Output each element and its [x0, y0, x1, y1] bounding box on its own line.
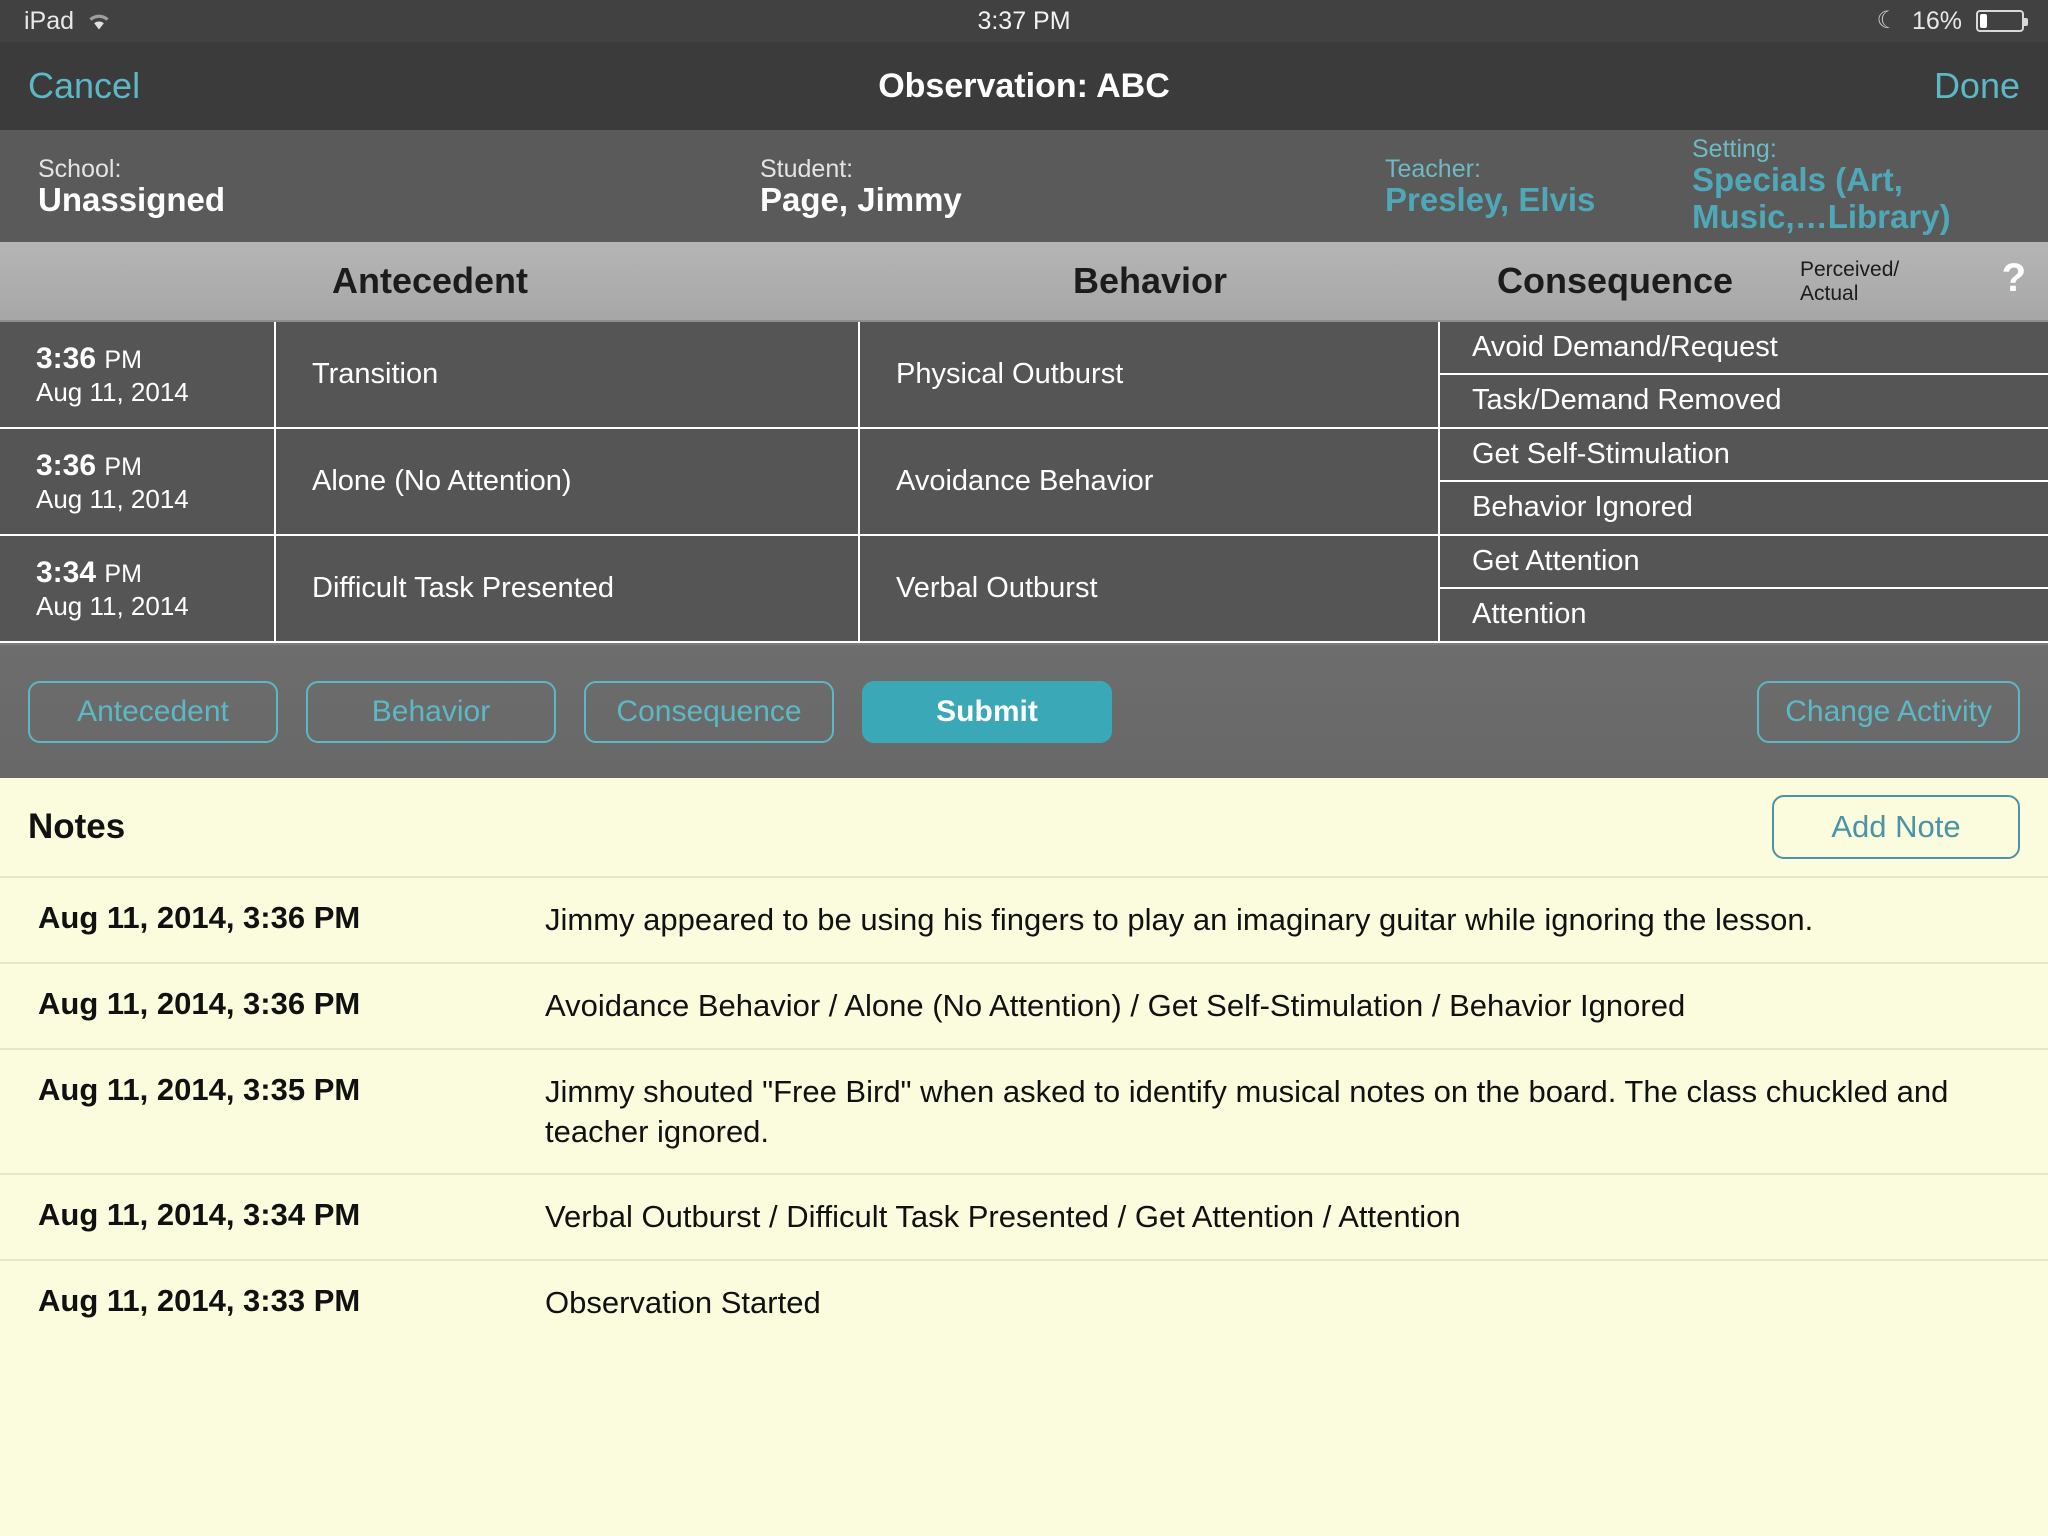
perceived-actual-line: Actual — [1800, 281, 1859, 305]
notes-section: Notes Add Note Aug 11, 2014, 3:36 PM Jimm… — [0, 778, 2048, 1536]
change-activity-button[interactable]: Change Activity — [1757, 680, 2020, 743]
teacher-label: Teacher: — [1385, 155, 1481, 183]
device-name-label: iPad — [24, 6, 75, 35]
note-text: Jimmy appeared to be using his fingers t… — [545, 902, 1814, 937]
table-row[interactable]: 3:34 PM Aug 11, 2014 Difficult Task Presen… — [0, 536, 2048, 643]
setting-field[interactable]: Setting: Specials (Art, Music,…Library) — [1692, 136, 2042, 236]
row-consequence-perceived[interactable]: Avoid Demand/Request — [1440, 322, 2048, 375]
row-time: 3:36 PM — [36, 448, 142, 482]
school-value: Unassigned — [38, 181, 226, 219]
school-field[interactable]: School: Unassigned — [38, 156, 225, 219]
row-antecedent-cell[interactable]: Transition — [276, 322, 860, 427]
row-consequence-actual[interactable]: Attention — [1440, 589, 2048, 642]
submit-button[interactable]: Submit — [862, 680, 1112, 743]
row-time-ampm: PM — [104, 559, 142, 588]
row-time: 3:34 PM — [36, 555, 142, 589]
battery-percent-label: 16% — [1911, 6, 1962, 35]
row-consequence-cell: Get Self-Stimulation Behavior Ignored — [1440, 429, 2048, 534]
row-timestamp-cell: 3:34 PM Aug 11, 2014 — [0, 536, 276, 641]
row-date: Aug 11, 2014 — [36, 483, 189, 514]
status-bar-right: ☾ 16% — [1876, 6, 2028, 36]
battery-icon — [1976, 10, 2028, 32]
observation-info-bar: School: Unassigned Student: Page, Jimmy … — [0, 130, 2048, 242]
notes-title: Notes — [28, 807, 126, 846]
note-item[interactable]: Aug 11, 2014, 3:35 PM Jimmy shouted "Free… — [0, 1048, 2048, 1173]
note-item[interactable]: Aug 11, 2014, 3:34 PM Verbal Outburst / D… — [0, 1172, 2048, 1259]
add-note-button[interactable]: Add Note — [1772, 795, 2020, 859]
antecedent-button[interactable]: Antecedent — [28, 680, 278, 743]
notes-list: Aug 11, 2014, 3:36 PM Jimmy appeared to b… — [0, 876, 2048, 1345]
status-bar-left: iPad — [24, 7, 112, 36]
row-date: Aug 11, 2014 — [36, 376, 189, 407]
row-antecedent-cell[interactable]: Difficult Task Presented — [276, 536, 860, 641]
battery-fill — [1980, 14, 1988, 28]
status-bar-clock: 3:37 PM — [977, 6, 1071, 35]
setting-label: Setting: — [1692, 135, 1777, 163]
teacher-value: Presley, Elvis — [1385, 181, 1596, 219]
note-item[interactable]: Aug 11, 2014, 3:36 PM Jimmy appeared to b… — [0, 876, 2048, 962]
abc-table-body: 3:36 PM Aug 11, 2014 Transition Physical Ou… — [0, 322, 2048, 643]
note-item[interactable]: Aug 11, 2014, 3:36 PM Avoidance Behavior … — [0, 962, 2048, 1048]
row-consequence-perceived[interactable]: Get Attention — [1440, 536, 2048, 589]
help-question-icon[interactable]: ? — [2002, 256, 2026, 301]
page-title: Observation: ABC — [878, 66, 1170, 105]
table-row[interactable]: 3:36 PM Aug 11, 2014 Transition Physical Ou… — [0, 322, 2048, 429]
column-header-consequence: Consequence — [1496, 260, 1734, 301]
setting-value: Specials (Art, Music,…Library) — [1692, 161, 1951, 236]
ios-status-bar: iPad 3:37 PM ☾ 16% — [0, 0, 2048, 42]
note-text: Observation Started — [545, 1284, 821, 1320]
row-consequence-perceived[interactable]: Get Self-Stimulation — [1440, 429, 2048, 482]
row-behavior-cell[interactable]: Physical Outburst — [860, 322, 1440, 427]
abc-table-header: Antecedent Behavior Consequence Perceive… — [0, 242, 2048, 322]
note-timestamp: Aug 11, 2014, 3:33 PM — [38, 1282, 361, 1318]
teacher-field[interactable]: Teacher: Presley, Elvis — [1385, 156, 1595, 219]
behavior-button[interactable]: Behavior — [306, 680, 556, 743]
row-consequence-actual[interactable]: Behavior Ignored — [1440, 482, 2048, 535]
row-timestamp-cell: 3:36 PM Aug 11, 2014 — [0, 429, 276, 534]
column-header-perceived-actual: Perceived/Actual — [1800, 258, 1899, 306]
row-behavior-cell[interactable]: Avoidance Behavior — [860, 429, 1440, 534]
school-label: School: — [38, 155, 122, 183]
student-value: Page, Jimmy — [760, 181, 962, 219]
wifi-icon — [86, 11, 112, 31]
row-time: 3:36 PM — [36, 341, 142, 375]
navigation-bar: Cancel Observation: ABC Done — [0, 42, 2048, 130]
note-text: Verbal Outburst / Difficult Task Present… — [545, 1198, 1461, 1234]
note-timestamp: Aug 11, 2014, 3:36 PM — [38, 986, 361, 1021]
note-text: Jimmy shouted "Free Bird" when asked to … — [545, 1074, 1949, 1150]
done-button[interactable]: Done — [1934, 65, 2020, 107]
row-consequence-actual[interactable]: Task/Demand Removed — [1440, 375, 2048, 428]
note-timestamp: Aug 11, 2014, 3:36 PM — [38, 900, 361, 935]
note-timestamp: Aug 11, 2014, 3:35 PM — [38, 1072, 361, 1107]
row-time-ampm: PM — [104, 452, 142, 481]
column-header-antecedent: Antecedent — [331, 260, 529, 301]
student-label: Student: — [760, 155, 854, 183]
row-consequence-cell: Avoid Demand/Request Task/Demand Removed — [1440, 322, 2048, 427]
cancel-button[interactable]: Cancel — [28, 65, 140, 107]
row-date: Aug 11, 2014 — [36, 590, 189, 621]
consequence-button[interactable]: Consequence — [584, 680, 834, 743]
row-behavior-cell[interactable]: Verbal Outburst — [860, 536, 1440, 641]
do-not-disturb-moon-icon: ☾ — [1876, 7, 1898, 34]
row-consequence-cell: Get Attention Attention — [1440, 536, 2048, 641]
row-timestamp-cell: 3:36 PM Aug 11, 2014 — [0, 322, 276, 427]
note-timestamp: Aug 11, 2014, 3:34 PM — [38, 1196, 361, 1232]
note-text: Avoidance Behavior / Alone (No Attention… — [545, 988, 1686, 1023]
row-time-ampm: PM — [104, 345, 142, 374]
abc-action-bar: Antecedent Behavior Consequence Submit C… — [0, 643, 2048, 778]
row-antecedent-cell[interactable]: Alone (No Attention) — [276, 429, 860, 534]
perceived-actual-line: Perceived/ — [1800, 258, 1900, 281]
table-row[interactable]: 3:36 PM Aug 11, 2014 Alone (No Attention) A… — [0, 429, 2048, 536]
column-header-behavior: Behavior — [1072, 260, 1228, 301]
notes-header: Notes Add Note — [0, 778, 2048, 876]
note-item[interactable]: Aug 11, 2014, 3:33 PM Observation Started — [0, 1258, 2048, 1345]
student-field[interactable]: Student: Page, Jimmy — [760, 156, 962, 219]
